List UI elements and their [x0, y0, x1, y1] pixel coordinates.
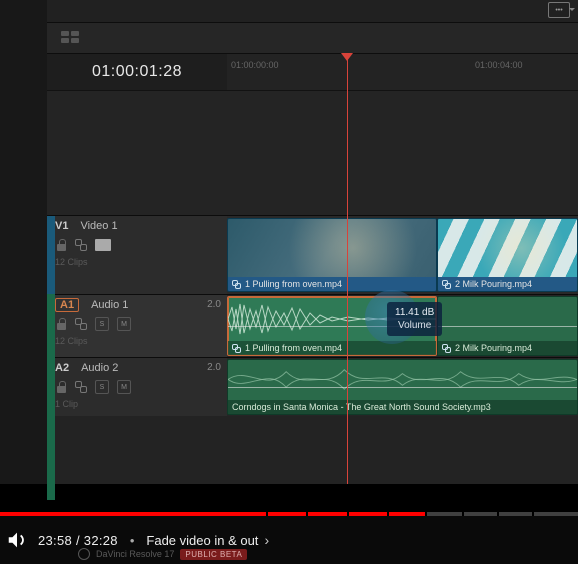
monitor-icon[interactable] — [95, 239, 111, 251]
youtube-controls: 23:58 / 32:28 • Fade video in & out › Da… — [0, 516, 578, 564]
link-icon[interactable] — [75, 318, 87, 330]
timeline-ruler[interactable]: 01:00:00:00 01:00:04:00 — [227, 54, 578, 90]
volume-line[interactable] — [228, 387, 577, 388]
clip-link-icon — [442, 344, 451, 353]
playhead-marker-icon[interactable] — [341, 53, 353, 61]
mute-button[interactable]: M — [117, 380, 131, 394]
thumbnail-grid-icon[interactable] — [61, 31, 79, 43]
ruler-tick: 01:00:00:00 — [231, 60, 279, 70]
left-gutter — [0, 0, 47, 484]
empty-tracks-area — [47, 91, 578, 215]
volume-line[interactable] — [438, 326, 577, 327]
clip-label: 1 Pulling from oven.mp4 — [228, 341, 436, 355]
waveform-icon — [228, 362, 577, 397]
clip-link-icon — [232, 344, 241, 353]
track-gain: 2.0 — [207, 299, 221, 310]
lock-icon[interactable] — [55, 239, 67, 251]
clip-count: 1 Clip — [47, 396, 227, 412]
track-indent-strip — [47, 216, 55, 500]
audio-clip[interactable]: Corndogs in Santa Monica - The Great Nor… — [227, 359, 578, 415]
clip-link-icon — [232, 280, 241, 289]
track-label: A2 — [55, 362, 69, 374]
timecode-row: 01:00:01:28 01:00:00:00 01:00:04:00 — [47, 54, 578, 91]
track-label: V1 — [55, 220, 68, 232]
mute-button[interactable]: M — [117, 317, 131, 331]
link-icon[interactable] — [75, 239, 87, 251]
timecode-display[interactable]: 01:00:01:28 — [47, 54, 227, 90]
clip-count: 12 Clips — [47, 254, 227, 270]
tooltip-value: 11.41 dB — [395, 307, 434, 318]
clip-thumbnail — [228, 219, 436, 277]
chapter-title[interactable]: Fade video in & out — [146, 533, 258, 548]
chevron-right-icon[interactable]: › — [264, 532, 269, 548]
clip-label: 1 Pulling from oven.mp4 — [228, 277, 436, 291]
volume-tooltip: 11.41 dB Volume — [387, 302, 442, 336]
youtube-time: 23:58 / 32:28 — [38, 533, 118, 548]
app-subline: DaVinci Resolve 17 PUBLIC BETA — [78, 548, 247, 560]
editor-toolbar — [47, 23, 578, 54]
clip-label: Corndogs in Santa Monica - The Great Nor… — [228, 400, 577, 414]
track-lane-a2[interactable]: Corndogs in Santa Monica - The Great Nor… — [227, 358, 578, 416]
clip-label: 2 Milk Pouring.mp4 — [438, 341, 577, 355]
track-name: Audio 2 — [81, 362, 118, 374]
separator-dot: • — [130, 533, 135, 548]
view-options-button[interactable]: ••• — [548, 2, 570, 18]
solo-button[interactable]: S — [95, 380, 109, 394]
track-label: A1 — [55, 298, 79, 312]
solo-button[interactable]: S — [95, 317, 109, 331]
youtube-progress-bar[interactable] — [0, 480, 578, 516]
track-header-a1[interactable]: 2.0 A1 Audio 1 S M 12 Clips — [47, 295, 227, 357]
track-header-v1[interactable]: V1 Video 1 12 Clips — [47, 216, 227, 294]
beta-badge: PUBLIC BETA — [180, 549, 247, 560]
track-header-a2[interactable]: 2.0 A2 Audio 2 S M 1 Clip — [47, 358, 227, 416]
track-audio-2: 2.0 A2 Audio 2 S M 1 Clip — [47, 357, 578, 416]
audio-clip[interactable]: 2 Milk Pouring.mp4 — [437, 296, 578, 356]
track-name: Video 1 — [80, 220, 117, 232]
track-name: Audio 1 — [91, 299, 128, 311]
clip-link-icon — [442, 280, 451, 289]
editor-topbar: ••• — [47, 0, 578, 23]
clip-label: 2 Milk Pouring.mp4 — [438, 277, 577, 291]
volume-icon[interactable] — [6, 529, 28, 551]
track-video-1: V1 Video 1 12 Clips 1 Pulling from oven.… — [47, 215, 578, 294]
clip-thumbnail — [438, 219, 577, 277]
resolve-logo-icon — [78, 548, 90, 560]
video-clip[interactable]: 1 Pulling from oven.mp4 — [227, 218, 437, 292]
view-options-dropdown-icon — [569, 8, 575, 11]
ruler-tick: 01:00:04:00 — [475, 60, 523, 70]
clip-count: 12 Clips — [47, 333, 227, 349]
lock-icon[interactable] — [55, 318, 67, 330]
track-gain: 2.0 — [207, 362, 221, 373]
video-clip[interactable]: 2 Milk Pouring.mp4 — [437, 218, 578, 292]
tooltip-label: Volume — [398, 320, 431, 331]
track-lane-v1[interactable]: 1 Pulling from oven.mp4 2 Milk Pouring.m… — [227, 216, 578, 294]
timeline-editor: ••• 01:00:01:28 01:00:00:00 01:00:04:00 … — [47, 0, 578, 484]
link-icon[interactable] — [75, 381, 87, 393]
lock-icon[interactable] — [55, 381, 67, 393]
track-audio-1: 2.0 A1 Audio 1 S M 12 Clips — [47, 294, 578, 357]
timecode-value: 01:00:01:28 — [92, 63, 182, 81]
